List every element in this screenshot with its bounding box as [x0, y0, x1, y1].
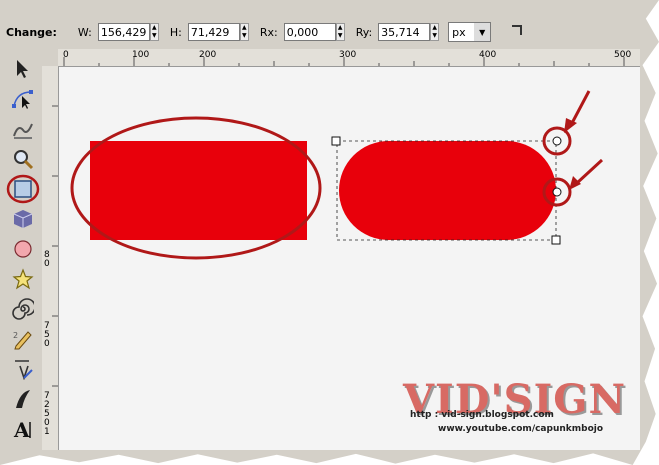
ry-spin-arrows-icon[interactable]: ▲ ▼ [430, 23, 440, 41]
rounded-rectangle[interactable] [339, 141, 556, 240]
rx-spinbox: ▲▼ [283, 23, 345, 41]
calligraphy-tool-icon[interactable] [6, 384, 40, 414]
vertical-ruler[interactable]: 8 0 7 5 0 7 2 5 0 1 [42, 66, 59, 450]
dropdown-arrow-icon[interactable]: ▼ [474, 23, 491, 41]
change-label: Change: [6, 25, 57, 39]
rx-input[interactable] [283, 23, 336, 41]
watermark-youtube-url: www.youtube.com/capunkmbojo [438, 424, 604, 434]
rx-handle[interactable] [552, 136, 562, 146]
ruler-ticks [52, 105, 58, 387]
width-label: W: [77, 25, 92, 39]
tool-controls-bar: Change: W: ▲▼ H: ▲▼ Rx: ▲▼ Ry: ▲▼ px ▼ [0, 19, 640, 45]
text-tool-icon[interactable]: A [6, 414, 40, 444]
width-spin-arrows-icon[interactable]: ▲ ▼ [149, 23, 159, 41]
unit-select[interactable]: px ▼ [448, 22, 492, 42]
tool-palette: 2 A [6, 54, 40, 444]
3d-box-tool-icon[interactable] [6, 204, 40, 234]
height-input[interactable] [187, 23, 240, 41]
spiral-tool-icon[interactable] [6, 294, 40, 324]
rect-corner-icon[interactable] [510, 24, 524, 41]
star-tool-icon[interactable] [6, 264, 40, 294]
watermark-blog-url: http : vid-sign.blogspot.com [410, 410, 554, 420]
horizontal-ruler[interactable]: 0 100 200 300 400 500 [58, 49, 640, 67]
rx-label: Rx: [259, 25, 278, 39]
ry-spinbox: ▲▼ [378, 23, 440, 41]
ry-handle[interactable] [552, 187, 562, 197]
tweak-tool-icon[interactable] [6, 114, 40, 144]
rx-spin-arrows-icon[interactable]: ▲ ▼ [335, 23, 345, 41]
ry-input[interactable] [378, 23, 431, 41]
height-spin-arrows-icon[interactable]: ▲ ▼ [239, 23, 249, 41]
selector-tool-icon[interactable] [6, 54, 40, 84]
pen-tool-icon[interactable] [6, 354, 40, 384]
ry-label: Ry: [355, 25, 373, 39]
height-spinbox: ▲▼ [187, 23, 249, 41]
svg-text:A: A [13, 418, 30, 440]
annotation-arrow [569, 158, 604, 190]
annotation-arrow [564, 90, 591, 133]
ellipse-tool-icon[interactable] [6, 234, 40, 264]
width-input[interactable] [97, 23, 150, 41]
width-spinbox: ▲▼ [97, 23, 159, 41]
node-tool-icon[interactable] [6, 84, 40, 114]
zoom-tool-icon[interactable] [6, 144, 40, 174]
unit-value: px [452, 25, 466, 39]
sharp-rectangle[interactable] [90, 141, 307, 240]
ruler-ticks [63, 57, 625, 66]
pencil-tool-icon[interactable]: 2 [6, 324, 40, 354]
height-label: H: [169, 25, 182, 39]
rectangle-tool-icon[interactable] [6, 174, 40, 204]
corner-handle[interactable] [331, 136, 341, 146]
svg-text:2: 2 [13, 331, 18, 340]
corner-handle[interactable] [551, 235, 561, 245]
